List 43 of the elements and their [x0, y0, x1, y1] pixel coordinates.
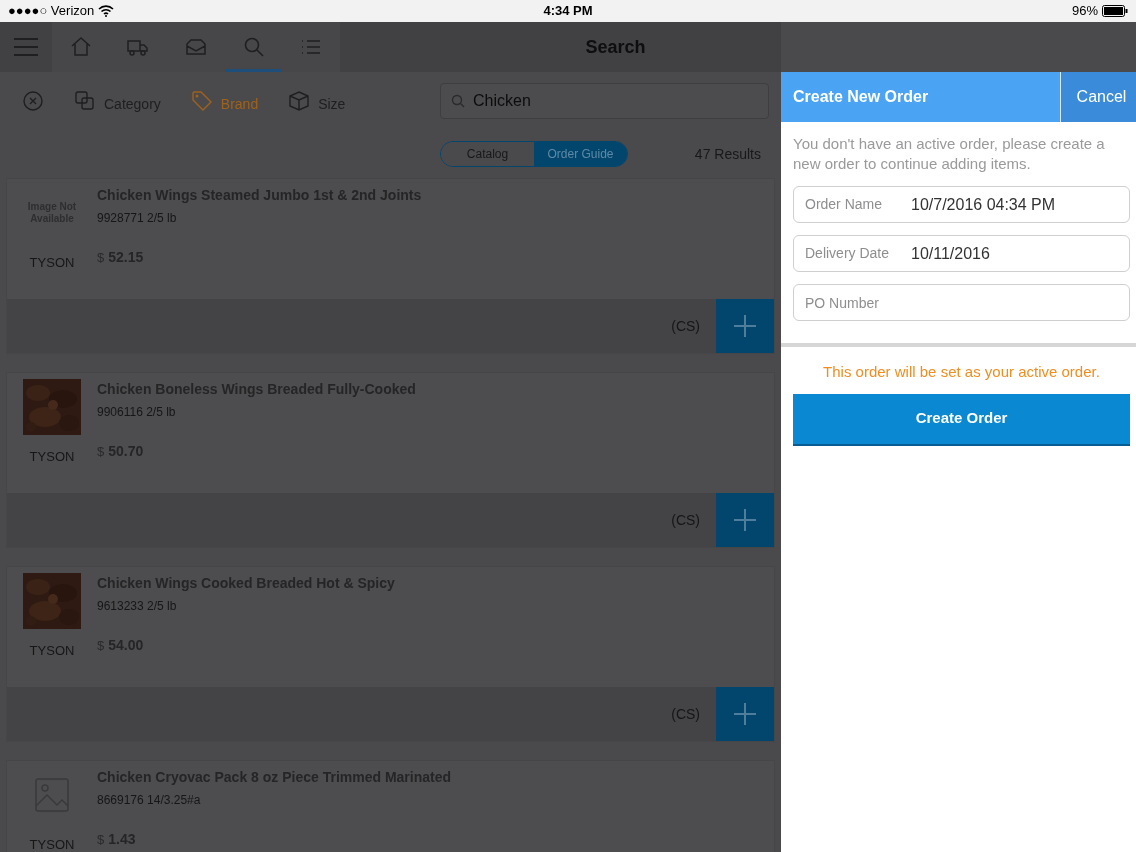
currency-symbol: $ — [97, 831, 105, 849]
currency-symbol: $ — [97, 249, 105, 267]
tag-icon — [190, 90, 213, 112]
form-field[interactable]: Order Name 10/7/2016 04:34 PM — [793, 186, 1130, 223]
info-message: You don't have an active order, please create a new order to continue adding items. — [792, 134, 1106, 174]
input-field[interactable]: 10/11/2016 — [911, 241, 1118, 266]
cancel-button[interactable]: Cancel — [1060, 72, 1136, 122]
form-field[interactable]: PO Number — [793, 284, 1130, 321]
segment-tab[interactable]: Order Guide — [534, 142, 627, 166]
add-button[interactable] — [716, 687, 774, 741]
brand-text: TYSON — [29, 448, 75, 466]
panel-title: Create New Order — [792, 87, 930, 107]
clear-icon — [22, 90, 44, 112]
clear-button[interactable] — [22, 90, 44, 112]
search-icon — [451, 94, 465, 108]
battery-text: 96% — [1072, 2, 1098, 21]
search-text: Chicken — [473, 91, 531, 111]
brand-text: TYSON — [29, 254, 75, 272]
clock-text: 4:34 PM — [543, 2, 593, 21]
currency-symbol: $ — [97, 443, 105, 461]
plus-icon — [734, 703, 756, 725]
add-button[interactable] — [716, 493, 774, 547]
create-order-button[interactable]: Create Order — [793, 393, 1130, 446]
battery-icon — [1102, 5, 1128, 17]
plus-icon — [734, 315, 756, 337]
input-field[interactable]: 10/7/2016 04:34 PM — [911, 192, 1118, 217]
squares-icon — [74, 90, 96, 112]
product-code: 8669176 14/3.25#a — [97, 792, 202, 809]
filter-button[interactable]: Brand — [190, 87, 259, 115]
wifi-icon — [98, 5, 115, 17]
input-field[interactable]: PO Number — [805, 290, 1118, 315]
brand-text: TYSON — [29, 836, 75, 852]
carrier-text: ●●●●○ Verizon — [8, 2, 95, 21]
field-label: Order Name — [805, 195, 884, 214]
form-field[interactable]: Delivery Date 10/11/2016 — [793, 235, 1130, 272]
brand-text: TYSON — [29, 642, 75, 660]
field-label: Delivery Date — [805, 244, 891, 263]
box-icon — [288, 90, 311, 112]
add-button[interactable] — [716, 299, 774, 353]
search-field[interactable]: Chicken — [440, 83, 769, 119]
plus-icon — [734, 509, 756, 531]
notice-text: This order will be set as your active order. — [822, 362, 1101, 382]
currency-symbol: $ — [97, 637, 105, 655]
